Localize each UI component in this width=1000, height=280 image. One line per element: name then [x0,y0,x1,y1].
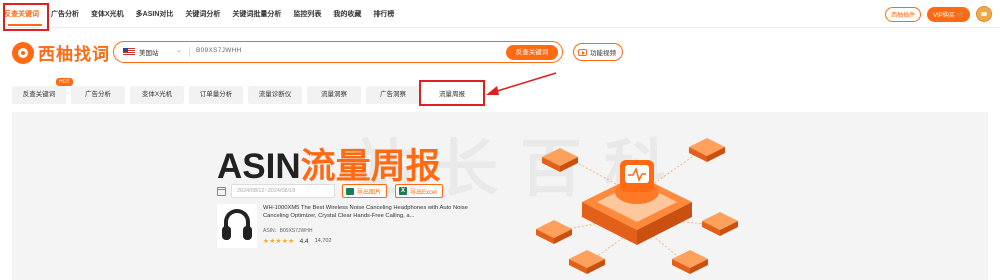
product-image[interactable] [217,204,257,248]
avatar[interactable] [976,6,992,22]
product-asin: ASIN：B09XS7JWHH [263,228,313,234]
nav-item-favorites[interactable]: 我的收藏 [333,9,361,19]
tab-variant-xray[interactable]: 变体X光机 [130,86,184,104]
title-traffic-weekly: 流量周报 [300,147,441,186]
export-image-button[interactable]: 导出图片 [342,184,388,198]
traffic-illustration [536,138,738,274]
nav-item-keyword-analysis[interactable]: 关键词分析 [185,9,220,19]
top-right-actions: 西柚插件 VIP购买 🛒 [885,6,992,22]
tab-reverse-keyword[interactable]: 反查关键词 [12,86,66,104]
rating-value: 4.4 [299,237,309,245]
site-select[interactable]: 美国站 [139,47,159,57]
export-excel-label: 导出Excel [410,189,437,196]
central-platform [582,160,692,245]
highlight-box-nav [3,3,49,31]
search-input[interactable]: B09XS7JWHH [196,47,242,54]
plugin-button[interactable]: 西柚插件 [885,6,922,22]
product-rating: ★★★★★ 4.4 14,702 [263,237,332,246]
date-export-row: 2024/08/12~2024/08/18 导出图片 X 导出Excel [217,184,451,198]
earcup-left [222,226,231,240]
nav-item-monitor-list[interactable]: 监控列表 [293,9,321,19]
nav-item-multi-asin[interactable]: 多ASIN对比 [136,9,174,19]
star-rating-icon: ★★★★★ [263,238,295,245]
vip-button[interactable]: VIP购买 🛒 [927,6,970,22]
nav-item-variant-xray[interactable]: 变体X光机 [91,9,124,19]
product-card: WH-1000XM5 The Best Wireless Noise Cance… [217,204,477,254]
excel-icon: X [399,187,408,195]
top-nav-items: 反查关键词 广告分析 变体X光机 多ASIN对比 关键词分析 关键词批量分析 监… [4,0,406,28]
tab-ad-insight[interactable]: 广告洞察 [366,86,420,104]
nav-item-ad-analysis[interactable]: 广告分析 [51,9,79,19]
annotation-arrow [486,72,557,95]
tab-traffic-insight[interactable]: 流量洞察 [307,86,361,104]
search-bar: 美国站 ⌄ B09XS7JWHH 反查关键词 [113,41,563,63]
feature-video-button[interactable]: 功能视频 [573,43,623,61]
page-title: ASIN流量周报 [217,138,441,189]
brand-logo[interactable]: 西柚找词 [12,40,110,65]
cart-icon: 🛒 [956,12,964,19]
vip-label: VIP购买 [933,12,955,19]
earcup-right [243,226,252,240]
review-count: 14,702 [314,238,332,244]
search-divider [189,47,190,57]
grapefruit-logo-icon [12,41,34,64]
hot-badge: HOT [56,78,73,86]
top-nav: 反查关键词 广告分析 变体X光机 多ASIN对比 关键词分析 关键词批量分析 监… [0,0,1000,28]
hero-banner: 站长百科 ASIN流量周报 2024/08/12~2024/08/18 导出图片… [12,112,988,280]
nav-item-keyword-batch[interactable]: 关键词批量分析 [232,9,281,19]
tab-traffic-diagnosis[interactable]: 流量诊断仪 [248,86,302,104]
logo-text: 西柚找词 [38,45,110,64]
reverse-keyword-search-button[interactable]: 反查关键词 [506,44,558,60]
tab-ad-analysis[interactable]: 广告分析 [71,86,125,104]
nav-item-rankings[interactable]: 排行榜 [373,9,394,19]
tab-order-analysis[interactable]: 订单量分析 [189,86,243,104]
feature-video-label: 功能视频 [590,50,616,57]
calendar-icon [217,186,226,196]
product-title[interactable]: WH-1000XM5 The Best Wireless Noise Cance… [263,205,473,220]
image-icon [346,187,354,195]
title-asin: ASIN [217,147,301,186]
date-range-picker[interactable]: 2024/08/12~2024/08/18 [231,184,335,198]
export-image-label: 导出图片 [357,189,382,196]
us-flag-icon [123,48,135,56]
chevron-down-icon[interactable]: ⌄ [176,46,182,54]
highlight-box-tab [419,80,485,106]
play-icon [578,48,587,56]
export-excel-button[interactable]: X 导出Excel [395,184,443,198]
feature-tabs: 反查关键词 广告分析 变体X光机 订单量分析 流量诊断仪 流量洞察 广告洞察 流… [12,86,484,104]
